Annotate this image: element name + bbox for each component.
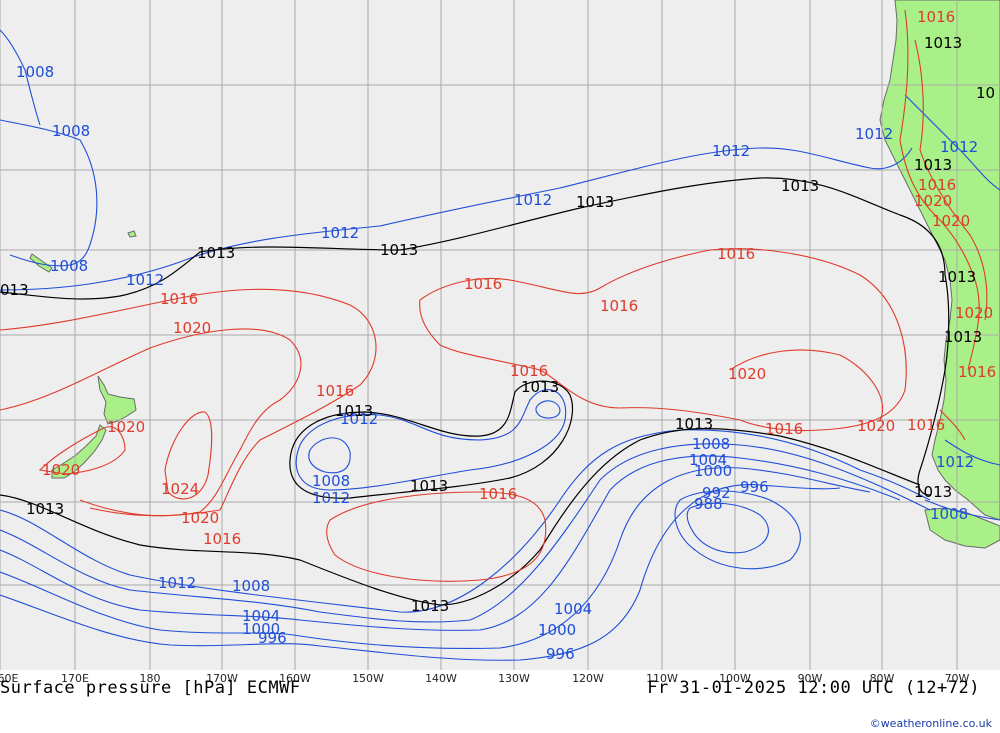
label-1012: 1012 [940,138,978,156]
label-1013: 1013 [924,34,962,52]
label-1016: 1016 [765,420,803,438]
label-1013: 1013 [26,500,64,518]
credit-link[interactable]: ©weatheronline.co.uk [870,717,992,730]
label-1008: 1008 [312,472,350,490]
label-1012: 1012 [855,125,893,143]
label-1016: 1016 [479,485,517,503]
label-996: 996 [546,645,575,663]
label-1016: 1016 [600,297,638,315]
label-1012: 1012 [321,224,359,242]
label-1013: 1013 [675,415,713,433]
label-1020: 1020 [173,319,211,337]
label-996: 996 [740,478,769,496]
label-1013: 1013 [944,328,982,346]
label-996: 996 [258,629,287,647]
label-1013: 1013 [781,177,819,195]
valid-time: Fr 31-01-2025 12:00 UTC (12+72) [647,678,980,698]
label-1013: 1013 [410,477,448,495]
label-1013: 1013 [576,193,614,211]
label-1020: 1020 [932,212,970,230]
label-1013: 1013 [914,156,952,174]
label-1016: 1016 [203,530,241,548]
lon-label: 130W [498,672,530,685]
label-1013: 013 [0,281,29,299]
label-1013: 1013 [380,241,418,259]
label-988: 988 [694,495,723,513]
label-1000: 1000 [694,462,732,480]
label-1013: 1013 [938,268,976,286]
pressure-map: 1008 1008 1008 1012 1012 1012 1012 1012 … [0,0,1000,670]
label-1012: 1012 [312,489,350,507]
footer-bar: 60E 170E 180 170W 160W 150W 140W 130W 12… [0,670,1000,733]
label-1012: 1012 [936,453,974,471]
label-1016: 1016 [717,245,755,263]
label-1012: 1012 [158,574,196,592]
label-1016: 1016 [907,416,945,434]
label-1008: 1008 [232,577,270,595]
label-1020: 1020 [857,417,895,435]
label-1013: 10 [976,84,995,102]
label-1024: 1024 [161,480,199,498]
label-1012: 1012 [514,191,552,209]
label-1013: 1013 [914,483,952,501]
label-1013: 1013 [521,378,559,396]
label-1012: 1012 [712,142,750,160]
label-1016: 1016 [464,275,502,293]
label-1020: 1020 [42,461,80,479]
label-1020: 1020 [107,418,145,436]
lon-label: 150W [352,672,384,685]
label-1016: 1016 [917,8,955,26]
label-1020: 1020 [914,192,952,210]
label-1020: 1020 [955,304,993,322]
label-1013: 1013 [335,402,373,420]
map-title: Surface pressure [hPa] ECMWF [0,678,301,698]
label-1016: 1016 [510,362,548,380]
label-1008: 1008 [16,63,54,81]
label-1008: 1008 [930,505,968,523]
label-1012: 1012 [126,271,164,289]
label-1016: 1016 [316,382,354,400]
label-1008: 1008 [52,122,90,140]
label-1013: 1013 [197,244,235,262]
lon-label: 120W [572,672,604,685]
label-1016: 1016 [160,290,198,308]
label-1020: 1020 [181,509,219,527]
label-1016: 1016 [958,363,996,381]
label-1013: 1013 [411,597,449,615]
label-1000: 1000 [538,621,576,639]
lon-label: 140W [425,672,457,685]
label-1020: 1020 [728,365,766,383]
label-1004: 1004 [554,600,592,618]
label-1008: 1008 [50,257,88,275]
